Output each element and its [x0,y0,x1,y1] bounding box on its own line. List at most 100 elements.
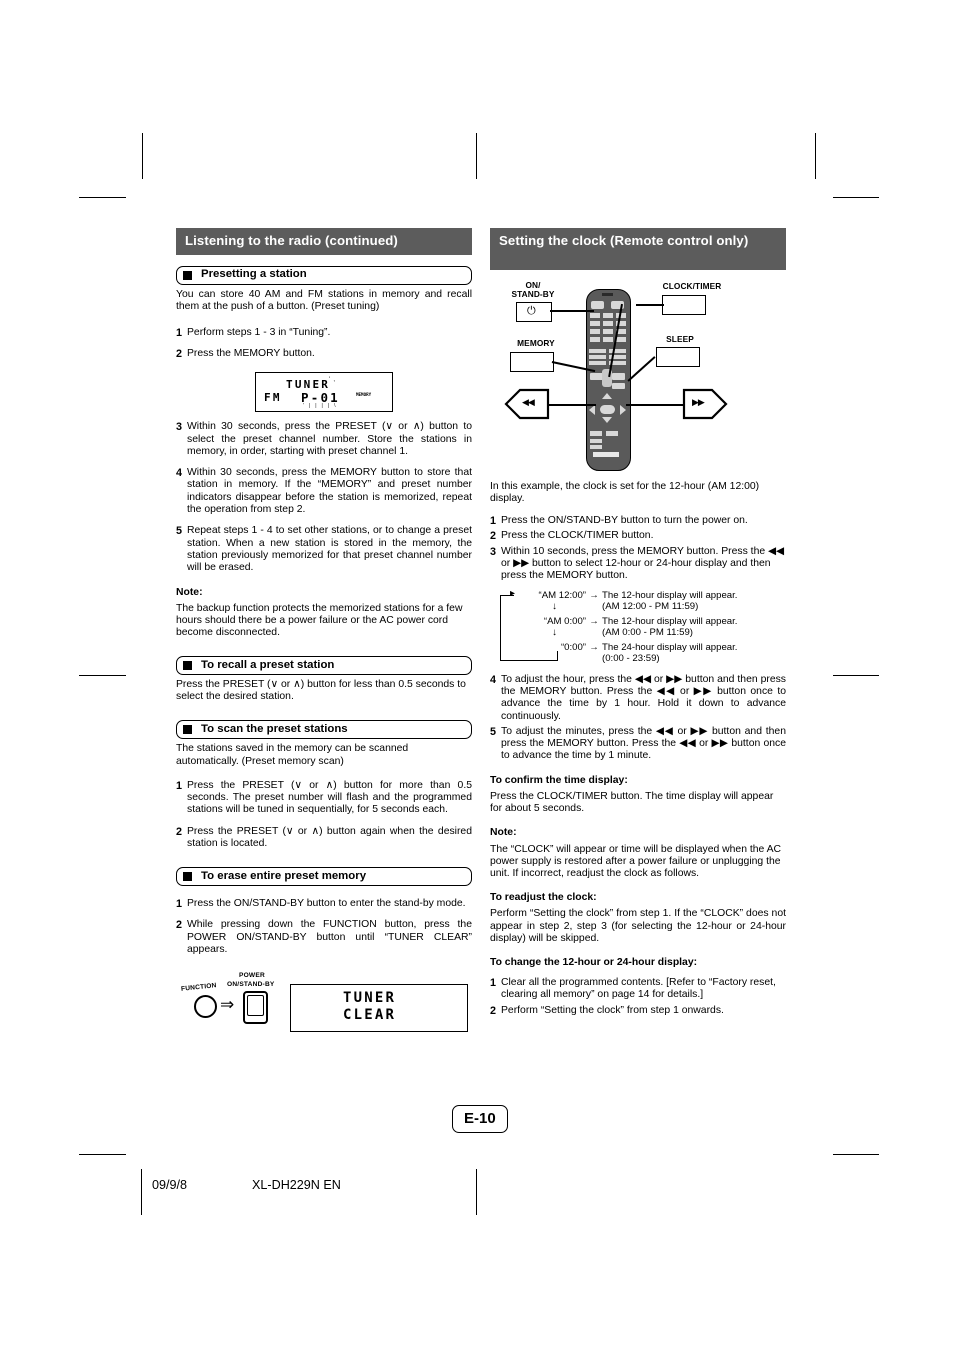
readjust-clock-label: To readjust the clock: [490,892,597,904]
step-item: 5 To adjust the minutes, press the ◀◀ or… [490,726,786,763]
confirm-time-display-text: Press the CLOCK/TIMER button. The time d… [490,791,774,815]
step-number: 1 [490,515,497,528]
step-item: 1 Clear all the programmed contents. [Re… [490,977,786,1002]
callout-box-onstandby: ⏻ [516,302,552,322]
step-number: 5 [490,725,497,738]
cycle-desc-line2: (AM 12:00 - PM 11:59) [602,600,699,612]
note-label: Note: [490,827,517,839]
skip-forward-shape-icon [682,388,728,420]
cycle-desc-line2: (AM 0:00 - PM 11:59) [602,626,693,638]
bullet-square-icon [183,725,192,735]
step-number: 1 [490,977,497,990]
step-text: Press the MEMORY button. [187,347,315,359]
arrow-right-icon: ⇒ [220,995,235,1015]
left-column: Listening to the radio (continued) Prese… [176,228,472,1042]
subheading-presetting-a-station: Presetting a station [176,265,472,285]
section-banner-setting-clock: Setting the clock (Remote control only) [490,228,786,270]
note-label: Note: [176,586,203,598]
callout-memory: MEMORY [517,338,555,348]
remote-transport-cluster [588,393,628,427]
callout-box-memory [510,352,554,372]
step-number: 5 [176,525,183,538]
cycle-down-arrow-icon: ↓ [552,600,557,612]
power-onstandby-button-icon [243,991,268,1025]
cycle-desc-line1: The 24-hour display will appear. [602,641,738,653]
leader-line-onstandby [550,310,594,312]
cycle-row: “AM 12:00” → The 12-hour display will ap… [490,590,782,612]
skip-back-icon: ◀◀ [522,397,535,407]
erase-memory-diagram: FUNCTION ⇒ POWER ON/STAND-BY TUNER CLEAR [176,966,472,1042]
callout-sleep: SLEEP [666,334,694,344]
subheading-to-erase-entire-preset-memory: To erase entire preset memory [176,867,472,887]
page-number-badge: E-10 [452,1105,508,1133]
step-text: To adjust the minutes, press the ◀◀ or ▶… [501,725,786,762]
lcd-line-clear: CLEAR [343,1007,397,1024]
step-text: Press the CLOCK/TIMER button. [501,530,654,542]
readjust-clock-text: Perform “Setting the clock” from step 1.… [490,908,786,944]
callout-skip-forward-button: ▶▶ [682,385,728,420]
remote-function-strips [589,349,627,369]
step-item: 1 Press the PRESET (∨ or ∧) button for m… [176,780,472,817]
bullet-square-icon [183,872,192,882]
step-number: 3 [176,421,183,434]
note-text: The “CLOCK” will appear or time will be … [490,843,782,879]
step-number: 4 [490,673,497,686]
step-text: Perform “Setting the clock” from step 1 … [501,1004,724,1016]
crop-mark-top-center-vertical [476,133,477,179]
cycle-value: “AM 0:00” [543,615,586,627]
cycle-value: “AM 12:00” [538,589,586,601]
callout-skip-back-button: ◀◀ [504,385,550,420]
cycle-arrow-icon: → [589,615,599,627]
step-number: 3 [490,545,497,558]
footer-date: 09/9/8 [152,1178,188,1192]
step-text: Within 30 seconds, press the MEMORY butt… [187,467,472,516]
step-text: To adjust the hour, press the ◀◀ or ▶▶ b… [501,673,786,722]
step-text: Within 10 seconds, press the MEMORY butt… [501,545,784,582]
remote-power-key [591,301,604,309]
change-display-format-label: To change the 12-hour or 24-hour display… [490,956,698,968]
lcd-line-tuner: TUNER [343,990,397,1007]
cycle-value: “0:00” [560,641,586,653]
step-number: 2 [490,1004,497,1017]
step-number: 2 [176,825,183,838]
cycle-desc-line1: The 12-hour display will appear. [602,615,738,627]
callout-onstandby-line2: STAND-BY [511,289,555,299]
cycle-arrow-icon: → [589,589,599,601]
note-text: The backup function protects the memoriz… [176,602,463,639]
step-item: 2 Press the PRESET (∨ or ∧) button again… [176,826,472,851]
skip-forward-icon: ▶▶ [692,397,705,407]
remote-clocktimer-key [612,373,625,380]
right-column: Setting the clock (Remote control only) [490,228,786,1017]
clock-intro-text: In this example, the clock is set for th… [490,481,760,505]
step-number: 1 [176,326,183,339]
bullet-square-icon [183,270,192,280]
callout-box-sleep [656,347,700,367]
crop-mark-top-right-horizontal [833,197,879,198]
function-button-label: FUNCTION [180,982,217,994]
cycle-desc: The 12-hour display will appear. (AM 0:0… [602,616,782,638]
step-text: Clear all the programmed contents. [Refe… [501,977,776,1001]
crop-mark-top-left-horizontal [79,197,126,198]
presetting-intro-text: You can store 40 AM and FM stations in m… [176,288,472,312]
bullet-square-icon [183,661,192,671]
step-number: 4 [176,467,183,480]
remote-sleep-key [612,383,625,389]
step-item: 1 Press the ON/STAND-BY button to enter … [176,898,472,910]
manual-page: Listening to the radio (continued) Prese… [0,0,954,1351]
lcd-segment-dots: ' | | | | \ [303,403,338,410]
step-item: 2 Press the MEMORY button. [176,348,472,360]
step-text: Repeat steps 1 - 4 to set other stations… [187,525,472,574]
remote-ir-window [602,293,613,296]
lcd-memory-indicator: MEMORY [356,392,372,398]
step-text: Within 30 seconds, press the PRESET (∨ o… [187,421,472,457]
leader-line-skip-forward [626,404,684,406]
cycle-desc-line2: (0:00 - 23:59) [602,652,660,664]
section-banner-listening: Listening to the radio (continued) [176,228,472,255]
lcd-panel: TUNER FM P-01 MEMORY ' | | | | \ ' , [255,372,393,413]
footer-model: XL-DH229N EN [252,1178,341,1192]
scan-text: The stations saved in the memory can be … [176,743,409,767]
step-text: Press the ON/STAND-BY button to enter th… [187,898,466,910]
footer-rule-right [476,1169,478,1215]
step-text: Press the PRESET (∨ or ∧) button again w… [187,825,472,849]
step-number: 1 [176,898,183,911]
